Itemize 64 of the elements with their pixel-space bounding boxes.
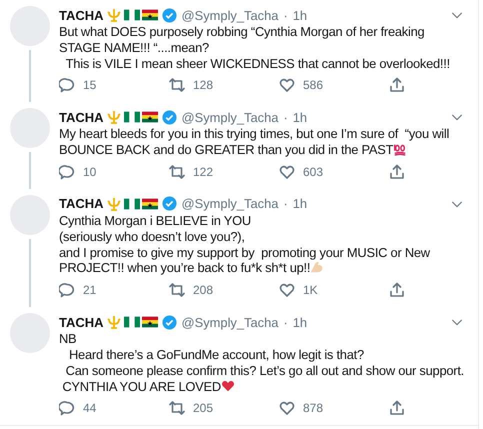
- display-name[interactable]: TACHA: [59, 196, 104, 212]
- share-icon[interactable]: [389, 77, 405, 94]
- flag-icon: [142, 316, 158, 328]
- flag-icon: [142, 198, 158, 210]
- reply-icon[interactable]: [59, 77, 75, 94]
- tweet-text: My heart bleeds for you in this trying times, but one I’m sure of “you will BOUNCE BACK and do GREATER than you did in the PAST: [59, 126, 450, 158]
- reply-count: 44: [83, 401, 96, 416]
- flag-icon: [142, 9, 158, 21]
- verified-badge-icon: [162, 314, 177, 330]
- flag-icon: [124, 198, 140, 210]
- tweet-time[interactable]: 1h: [292, 8, 308, 22]
- heart-outline-icon[interactable]: [279, 164, 295, 180]
- share-icon[interactable]: [389, 164, 405, 180]
- reply-count: 21: [83, 283, 96, 298]
- reply-icon[interactable]: [59, 400, 75, 416]
- reply-count: 10: [83, 164, 96, 179]
- reply-count: 15: [83, 78, 96, 92]
- user-handle[interactable]: @Symply_Tacha: [182, 8, 278, 22]
- like-count: 603: [303, 164, 324, 179]
- reply-icon[interactable]: [59, 282, 75, 298]
- user-handle[interactable]: @Symply_Tacha: [182, 110, 278, 125]
- user-handle[interactable]: @Symply_Tacha: [182, 314, 278, 330]
- trident-icon: [106, 314, 122, 330]
- retweet-icon[interactable]: [169, 282, 185, 298]
- tweet-time[interactable]: 1h: [292, 196, 308, 212]
- trident-icon: [106, 109, 122, 126]
- like-count: 586: [303, 78, 324, 92]
- trident-icon: [106, 196, 122, 212]
- tweet-text: NB Heard there’s a GoFundMe account, how legit is that? Can someone please confirm this? Let’s go all out and show our support. CYNTHIA YOU ARE LOVED: [59, 331, 464, 394]
- heart-outline-icon[interactable]: [279, 77, 295, 94]
- verified-badge-icon: [162, 8, 177, 22]
- tweet-time[interactable]: 1h: [292, 110, 308, 125]
- heart-outline-icon[interactable]: [279, 400, 295, 416]
- display-name[interactable]: TACHA: [59, 110, 104, 125]
- share-icon[interactable]: [389, 282, 405, 298]
- separator-dot: ·: [283, 196, 288, 212]
- heart-outline-icon[interactable]: [279, 282, 295, 298]
- flag-icon: [124, 111, 140, 124]
- reply-icon[interactable]: [59, 164, 75, 180]
- like-count: 1K: [303, 283, 318, 298]
- display-name[interactable]: TACHA: [59, 314, 104, 330]
- tweet-text: Cynthia Morgan i BELIEVE in YOU (seriously who doesn’t love you?), and I promise to give my support by promoting your MUSIC or New PROJECT!! when you’re back to fu*k sh*t up!!: [59, 212, 431, 276]
- like-count: 878: [303, 401, 324, 416]
- flag-icon: [142, 111, 158, 124]
- verified-badge-icon: [162, 196, 177, 212]
- share-icon[interactable]: [389, 400, 405, 416]
- user-handle[interactable]: @Symply_Tacha: [182, 196, 278, 212]
- flag-icon: [124, 9, 140, 21]
- display-name[interactable]: TACHA: [59, 8, 104, 22]
- flag-icon: [124, 316, 140, 328]
- separator-dot: ·: [283, 314, 288, 330]
- retweet-count: 208: [193, 283, 214, 298]
- retweet-count: 205: [193, 401, 214, 416]
- trident-icon: [106, 7, 122, 23]
- retweet-icon[interactable]: [169, 400, 185, 416]
- separator-dot: ·: [283, 8, 288, 22]
- verified-badge-icon: [162, 110, 177, 125]
- separator-dot: ·: [283, 110, 288, 125]
- tweet-time[interactable]: 1h: [292, 314, 308, 330]
- retweet-count: 128: [193, 78, 214, 92]
- retweet-count: 122: [193, 164, 214, 179]
- tweet-text: But what DOES purposely robbing “Cynthia Morgan of her freaking STAGE NAME!!! “....mean? This is VILE I mean sheer WICKEDNESS that cannot be overlooked!!!: [59, 24, 451, 72]
- retweet-icon[interactable]: [169, 164, 185, 180]
- retweet-icon[interactable]: [169, 77, 185, 94]
